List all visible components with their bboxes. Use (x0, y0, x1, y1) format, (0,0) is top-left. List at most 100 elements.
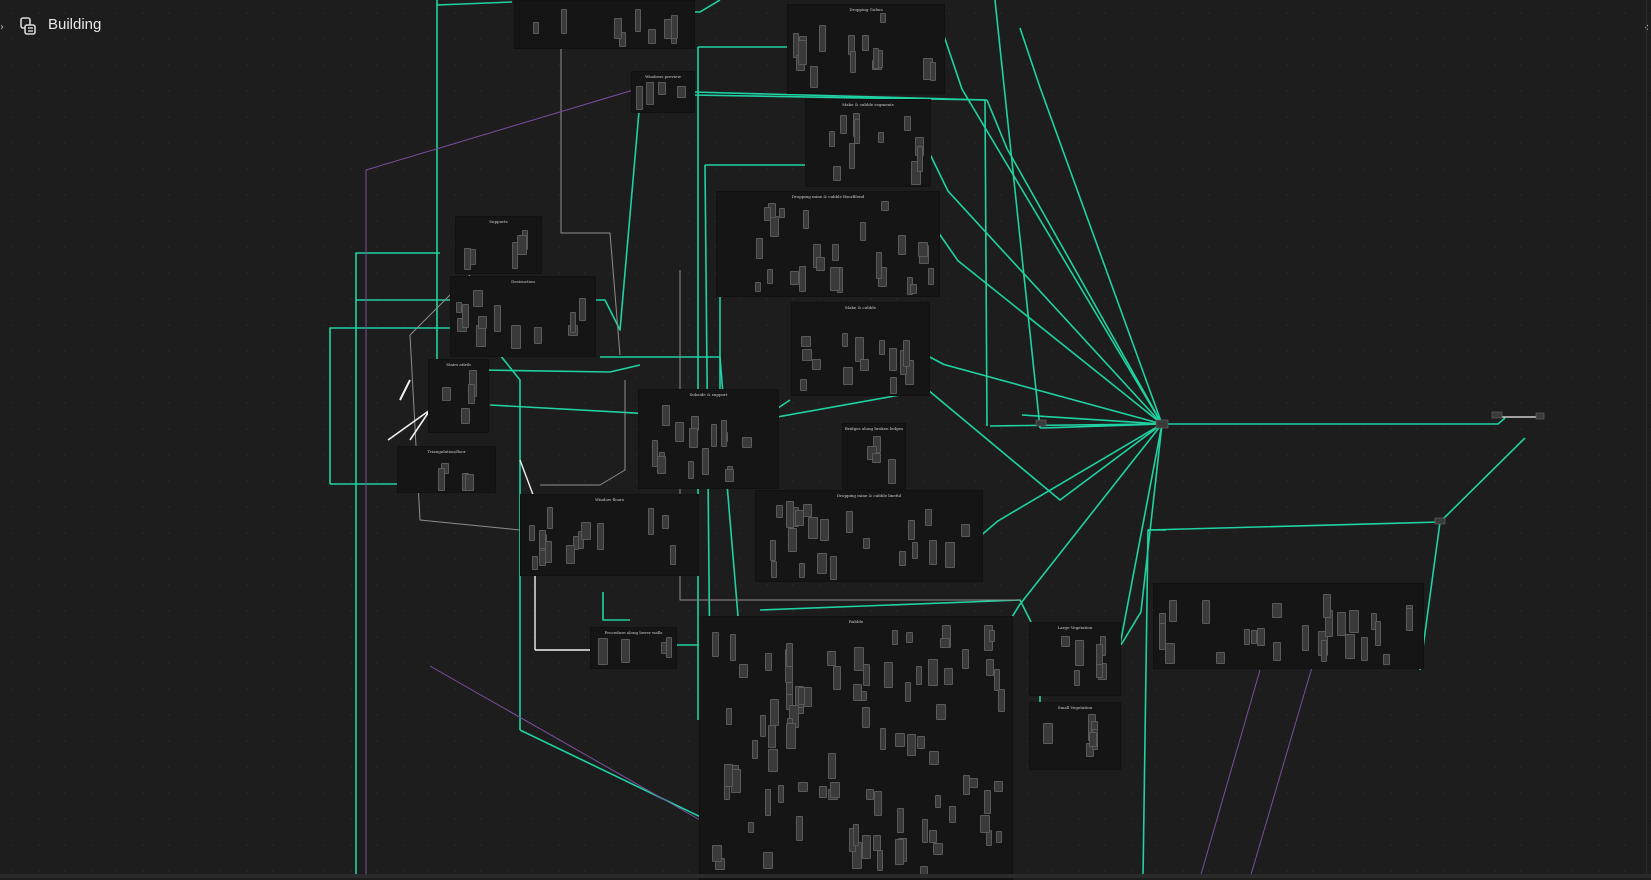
node-frame[interactable]: Triangulation/floor (397, 446, 496, 493)
node[interactable] (473, 290, 483, 307)
node[interactable] (798, 687, 805, 705)
node[interactable] (872, 453, 881, 463)
node[interactable] (561, 9, 567, 34)
node[interactable] (779, 208, 785, 218)
node[interactable] (478, 316, 487, 329)
node[interactable] (830, 782, 840, 798)
node[interactable] (866, 789, 874, 800)
node[interactable] (1302, 625, 1309, 651)
node[interactable] (1202, 600, 1210, 624)
node[interactable] (799, 563, 805, 578)
node[interactable] (597, 523, 604, 550)
node[interactable] (768, 725, 776, 748)
node[interactable] (945, 542, 955, 568)
node[interactable] (765, 653, 772, 671)
node[interactable] (545, 541, 552, 563)
node[interactable] (819, 786, 827, 798)
node[interactable] (1337, 612, 1346, 636)
node[interactable] (671, 15, 678, 39)
node[interactable] (888, 459, 896, 484)
node[interactable] (688, 461, 694, 479)
node[interactable] (511, 325, 521, 349)
node[interactable] (816, 257, 825, 271)
node[interactable] (468, 384, 475, 404)
node[interactable] (910, 284, 917, 294)
node[interactable] (933, 843, 943, 855)
node[interactable] (998, 689, 1005, 712)
node[interactable] (670, 545, 676, 565)
node[interactable] (925, 509, 932, 526)
node[interactable] (863, 664, 870, 686)
node[interactable] (907, 734, 916, 756)
node[interactable] (712, 632, 719, 657)
node-frame[interactable]: Large Vegetation (1029, 622, 1121, 696)
node[interactable] (662, 405, 670, 426)
node[interactable] (666, 637, 672, 658)
node[interactable] (802, 349, 812, 361)
node[interactable] (862, 35, 869, 51)
node[interactable] (770, 216, 779, 237)
node[interactable] (862, 835, 871, 859)
node[interactable] (884, 662, 893, 688)
node[interactable] (764, 207, 771, 221)
node[interactable] (771, 561, 777, 578)
node[interactable] (879, 340, 885, 355)
node[interactable] (984, 790, 991, 814)
node-frame[interactable] (514, 0, 695, 49)
node[interactable] (878, 132, 884, 143)
node[interactable] (906, 632, 913, 643)
node[interactable] (810, 66, 818, 88)
node[interactable] (763, 852, 773, 869)
node[interactable] (677, 86, 686, 98)
node[interactable] (702, 448, 709, 475)
node-frame[interactable]: Rubble (699, 616, 1013, 880)
node[interactable] (832, 244, 839, 261)
node[interactable] (786, 501, 794, 528)
node-frame[interactable]: Window floors (520, 494, 699, 576)
node[interactable] (862, 707, 870, 728)
node[interactable] (646, 82, 654, 105)
node[interactable] (1257, 628, 1265, 646)
node[interactable] (986, 659, 994, 676)
node[interactable] (1345, 634, 1355, 659)
node[interactable] (873, 48, 879, 69)
node[interactable] (922, 819, 928, 843)
node[interactable] (874, 791, 882, 816)
node[interactable] (621, 639, 630, 663)
node[interactable] (904, 116, 911, 131)
node[interactable] (928, 268, 934, 285)
node[interactable] (786, 723, 796, 749)
node-frame[interactable]: Procedure along lower walls (590, 627, 677, 669)
node[interactable] (438, 468, 445, 491)
node[interactable] (442, 387, 451, 401)
node[interactable] (962, 649, 969, 669)
node[interactable] (916, 666, 922, 685)
node-frame[interactable]: Windows preview (631, 71, 695, 113)
node[interactable] (903, 340, 910, 367)
join-geometry-node[interactable] (1155, 419, 1169, 429)
node[interactable] (842, 333, 848, 347)
node[interactable] (889, 348, 897, 371)
node-frame[interactable]: Dropping Gubus (787, 4, 945, 94)
node[interactable] (768, 749, 778, 772)
node[interactable] (949, 806, 956, 823)
node[interactable] (1159, 623, 1166, 650)
node[interactable] (1043, 723, 1053, 744)
node[interactable] (873, 835, 881, 851)
node[interactable] (636, 86, 643, 110)
node[interactable] (877, 850, 883, 871)
node[interactable] (1406, 608, 1413, 631)
node[interactable] (803, 210, 809, 229)
node[interactable] (854, 119, 860, 144)
node-frame[interactable]: Make & cubble (791, 302, 930, 396)
node[interactable] (918, 242, 928, 257)
node[interactable] (996, 831, 1002, 843)
node[interactable] (1165, 643, 1175, 664)
node[interactable] (895, 733, 905, 747)
node[interactable] (899, 551, 906, 566)
node[interactable] (689, 428, 698, 448)
node[interactable] (881, 201, 889, 211)
node[interactable] (849, 143, 855, 169)
node[interactable] (675, 422, 684, 442)
node[interactable] (850, 51, 856, 73)
